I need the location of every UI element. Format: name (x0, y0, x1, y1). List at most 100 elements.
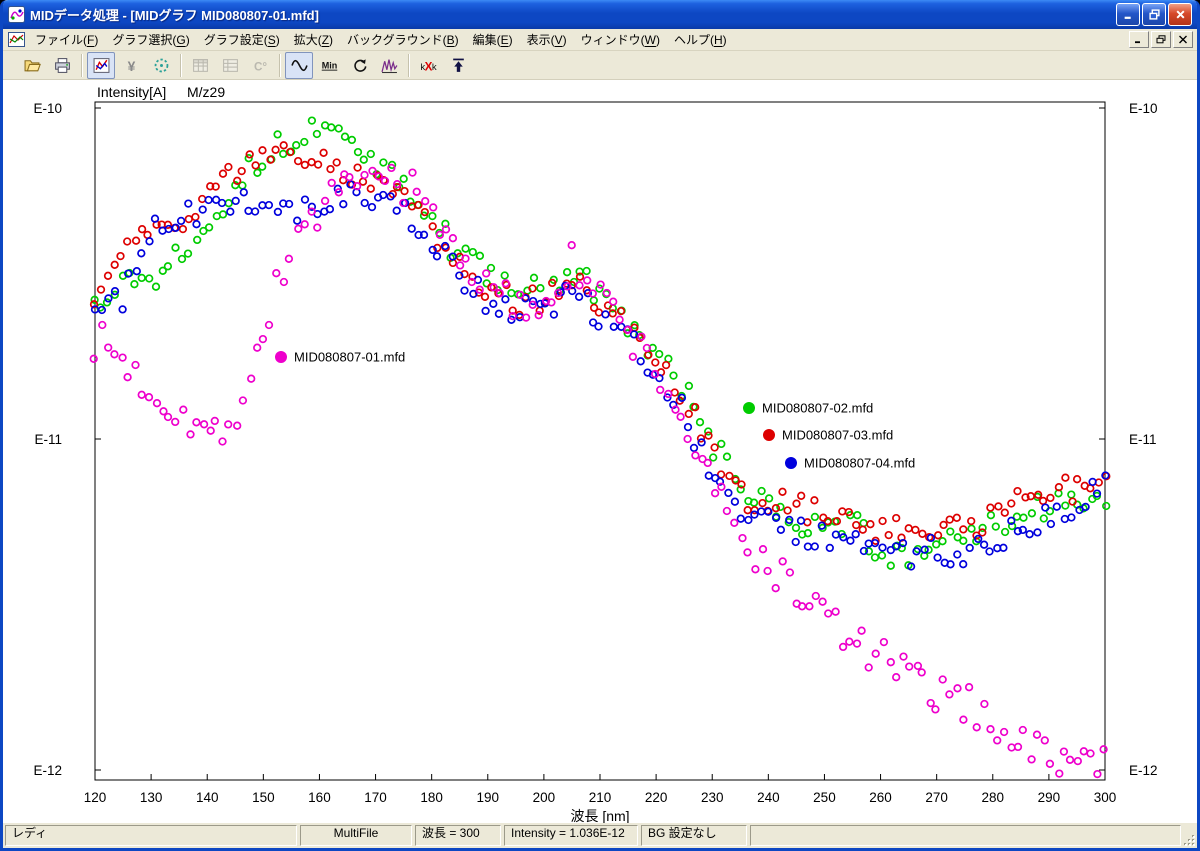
svg-text:¥: ¥ (127, 57, 135, 73)
x-tick-label: 250 (813, 790, 836, 805)
kxk-icon: kXk (420, 57, 437, 74)
menu-item-5[interactable]: 編集(E) (466, 30, 520, 50)
x-tick-label: 180 (420, 790, 443, 805)
mdi-buttons (1129, 31, 1193, 48)
x-tick-label: 280 (982, 790, 1005, 805)
min-button[interactable]: Min (315, 52, 343, 79)
close-button[interactable] (1168, 3, 1192, 26)
marker-button[interactable] (147, 52, 175, 79)
toolbar: ¥ C° Min kXk (3, 51, 1197, 80)
y-tick-label-left: E-10 (33, 101, 62, 116)
toolbar-separator (408, 54, 409, 77)
legend-marker-2 (763, 429, 775, 441)
app-window: MIDデータ処理 - [MIDグラフ MID080807-01.mfd] ファイ… (0, 0, 1200, 851)
child-minimize-button[interactable] (1129, 31, 1149, 48)
title-bar: MIDデータ処理 - [MIDグラフ MID080807-01.mfd] (3, 0, 1197, 29)
kxk-button[interactable]: kXk (414, 52, 442, 79)
x-tick-label: 210 (589, 790, 612, 805)
sine-icon (291, 57, 308, 74)
caption-buttons (1116, 3, 1192, 26)
spectrum-button[interactable] (375, 52, 403, 79)
plot-area: 1201301401501601701801902002102202302402… (3, 80, 1197, 823)
minimize-button[interactable] (1116, 3, 1140, 26)
temperature-button: C° (246, 52, 274, 79)
y-axis-title: Intensity[A] (97, 84, 166, 100)
print-button[interactable] (48, 52, 76, 79)
menu-item-2[interactable]: グラフ設定(S) (197, 30, 287, 50)
menu-item-7[interactable]: ウィンドウ(W) (574, 30, 667, 50)
restore-button[interactable] (1142, 3, 1166, 26)
repeat-button[interactable] (345, 52, 373, 79)
y-tick-label-left: E-11 (34, 432, 62, 447)
x-tick-label: 140 (196, 790, 219, 805)
legend-label-2: MID080807-03.mfd (782, 428, 893, 443)
menu-bar: ファイル(F)グラフ選択(G)グラフ設定(S)拡大(Z)バックグラウンド(B)編… (3, 29, 1197, 51)
toolbar-separator (279, 54, 280, 77)
legend-marker-1 (743, 402, 755, 414)
list-view-button (216, 52, 244, 79)
status-panels: レディMultiFile波長 = 300Intensity = 1.036E-1… (5, 825, 1181, 846)
x-tick-label: 270 (925, 790, 948, 805)
spectrum-icon (381, 57, 398, 74)
yen-icon: ¥ (123, 57, 140, 74)
child-restore-button[interactable] (1151, 31, 1171, 48)
status-multifile: MultiFile (300, 825, 412, 846)
open-button[interactable] (18, 52, 46, 79)
window-title: MIDデータ処理 - [MIDグラフ MID080807-01.mfd] (30, 5, 1111, 24)
arrow-up-icon (450, 57, 467, 74)
legend-marker-3 (785, 457, 797, 469)
svg-text:k: k (431, 61, 436, 72)
x-tick-label: 300 (1094, 790, 1117, 805)
graph-display-button[interactable] (87, 52, 115, 79)
status-intensity: Intensity = 1.036E-12 (504, 825, 638, 846)
x-tick-label: 240 (757, 790, 780, 805)
waveform-button[interactable] (285, 52, 313, 79)
child-window-icon (8, 32, 25, 47)
x-tick-label: 130 (140, 790, 163, 805)
child-close-button[interactable] (1173, 31, 1193, 48)
x-tick-label: 160 (308, 790, 331, 805)
x-tick-label: 200 (533, 790, 556, 805)
resize-grip[interactable] (1182, 833, 1196, 847)
x-tick-label: 290 (1038, 790, 1061, 805)
menu-item-4[interactable]: バックグラウンド(B) (340, 30, 466, 50)
y-tick-label-left: E-12 (33, 763, 62, 778)
series-channel-label: M/z29 (187, 84, 225, 100)
chart-canvas[interactable]: 1201301401501601701801902002102202302402… (3, 80, 1197, 823)
x-tick-label: 190 (477, 790, 500, 805)
menu-items: ファイル(F)グラフ選択(G)グラフ設定(S)拡大(Z)バックグラウンド(B)編… (28, 30, 1129, 50)
celsius-icon: C° (252, 57, 269, 74)
toolbar-separator (81, 54, 82, 77)
x-axis-title: 波長 [nm] (570, 808, 629, 823)
grid2-icon (222, 57, 239, 74)
x-tick-label: 150 (252, 790, 275, 805)
status-spacer (750, 825, 1181, 846)
menu-item-0[interactable]: ファイル(F) (28, 30, 105, 50)
status-bar: レディMultiFile波長 = 300Intensity = 1.036E-1… (3, 823, 1197, 848)
x-tick-label: 220 (645, 790, 668, 805)
graph-icon (93, 57, 110, 74)
x-tick-label: 230 (701, 790, 724, 805)
menu-item-8[interactable]: ヘルプ(H) (667, 30, 734, 50)
min-icon: Min (321, 57, 338, 74)
x-tick-label: 260 (869, 790, 892, 805)
grid-icon (192, 57, 209, 74)
menu-item-3[interactable]: 拡大(Z) (287, 30, 340, 50)
svg-text:C°: C° (253, 60, 266, 73)
menu-item-6[interactable]: 表示(V) (520, 30, 574, 50)
status-wavelength: 波長 = 300 (415, 825, 501, 846)
x-tick-label: 120 (84, 790, 107, 805)
legend-label-3: MID080807-04.mfd (804, 456, 915, 471)
legend-label-0: MID080807-01.mfd (294, 350, 405, 365)
app-icon (8, 6, 25, 23)
legend-marker-0 (275, 351, 287, 363)
toolbar-separator (180, 54, 181, 77)
plot-frame (95, 102, 1105, 780)
legend-label-1: MID080807-02.mfd (762, 401, 873, 416)
scale-button[interactable]: ¥ (117, 52, 145, 79)
loop-icon (351, 57, 368, 74)
y-tick-label-right: E-11 (1129, 432, 1157, 447)
menu-item-1[interactable]: グラフ選択(G) (105, 30, 196, 50)
status-background: BG 設定なし (641, 825, 747, 846)
export-button[interactable] (444, 52, 472, 79)
